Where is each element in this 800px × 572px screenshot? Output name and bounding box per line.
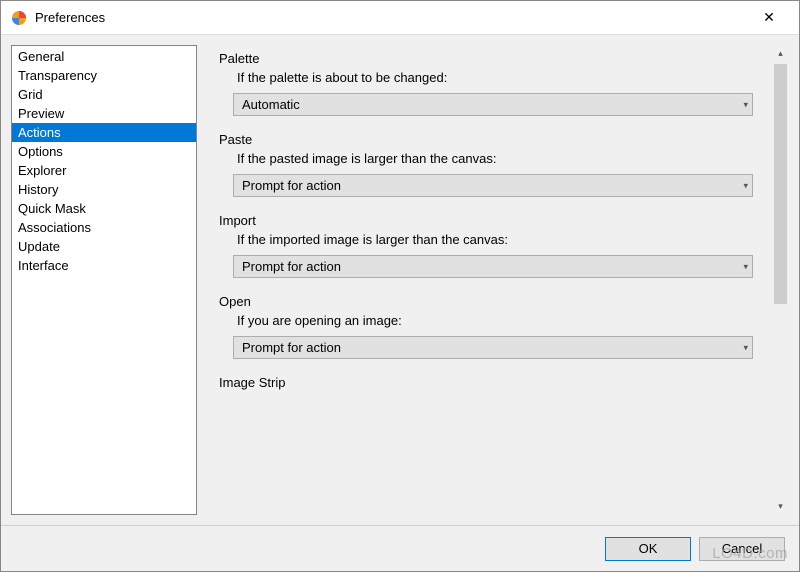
group-title: Open	[219, 292, 764, 311]
content-wrap: Palette If the palette is about to be ch…	[207, 45, 789, 515]
group-palette: Palette If the palette is about to be ch…	[219, 49, 764, 116]
open-dropdown[interactable]: Prompt for action ▾	[233, 336, 753, 359]
sidebar-item-grid[interactable]: Grid	[12, 85, 196, 104]
ok-button[interactable]: OK	[605, 537, 691, 561]
preferences-window: Preferences ✕ General Transparency Grid …	[0, 0, 800, 572]
settings-panel: Palette If the palette is about to be ch…	[207, 45, 772, 515]
sidebar-item-label: Update	[18, 239, 60, 254]
group-desc: If the imported image is larger than the…	[219, 230, 764, 255]
sidebar-item-label: Options	[18, 144, 63, 159]
group-desc: If you are opening an image:	[219, 311, 764, 336]
sidebar-item-actions[interactable]: Actions	[12, 123, 196, 142]
sidebar-item-update[interactable]: Update	[12, 237, 196, 256]
scroll-track[interactable]	[772, 62, 789, 498]
sidebar-item-preview[interactable]: Preview	[12, 104, 196, 123]
sidebar-item-label: Preview	[18, 106, 64, 121]
sidebar-item-label: Associations	[18, 220, 91, 235]
sidebar-item-label: Quick Mask	[18, 201, 86, 216]
dialog-body: General Transparency Grid Preview Action…	[1, 35, 799, 525]
chevron-down-icon: ▾	[743, 342, 748, 353]
dropdown-value: Prompt for action	[242, 259, 744, 274]
paste-dropdown[interactable]: Prompt for action ▾	[233, 174, 753, 197]
scroll-thumb[interactable]	[774, 64, 787, 304]
sidebar-item-label: Actions	[18, 125, 61, 140]
sidebar-item-label: History	[18, 182, 58, 197]
titlebar: Preferences ✕	[1, 1, 799, 35]
vertical-scrollbar[interactable]: ▴ ▾	[772, 45, 789, 515]
chevron-down-icon: ▾	[743, 180, 748, 191]
sidebar-item-interface[interactable]: Interface	[12, 256, 196, 275]
sidebar-item-quick-mask[interactable]: Quick Mask	[12, 199, 196, 218]
palette-dropdown[interactable]: Automatic ▾	[233, 93, 753, 116]
sidebar-item-general[interactable]: General	[12, 47, 196, 66]
cancel-button[interactable]: Cancel	[699, 537, 785, 561]
sidebar-item-label: Explorer	[18, 163, 66, 178]
sidebar-item-label: Interface	[18, 258, 69, 273]
dropdown-value: Automatic	[242, 97, 744, 112]
group-title: Paste	[219, 130, 764, 149]
dialog-footer: OK Cancel	[1, 525, 799, 571]
sidebar-item-transparency[interactable]: Transparency	[12, 66, 196, 85]
scroll-up-icon[interactable]: ▴	[772, 45, 789, 62]
group-title: Import	[219, 211, 764, 230]
group-open: Open If you are opening an image: Prompt…	[219, 292, 764, 359]
close-button[interactable]: ✕	[749, 9, 789, 26]
sidebar-item-label: General	[18, 49, 64, 64]
close-icon: ✕	[763, 9, 775, 25]
import-dropdown[interactable]: Prompt for action ▾	[233, 255, 753, 278]
group-desc: If the pasted image is larger than the c…	[219, 149, 764, 174]
app-icon	[11, 10, 27, 26]
group-title: Palette	[219, 49, 764, 68]
category-list[interactable]: General Transparency Grid Preview Action…	[11, 45, 197, 515]
sidebar-item-history[interactable]: History	[12, 180, 196, 199]
sidebar-item-options[interactable]: Options	[12, 142, 196, 161]
sidebar-item-label: Grid	[18, 87, 43, 102]
group-image-strip: Image Strip	[219, 373, 764, 392]
sidebar-item-associations[interactable]: Associations	[12, 218, 196, 237]
chevron-down-icon: ▾	[743, 261, 748, 272]
sidebar-item-explorer[interactable]: Explorer	[12, 161, 196, 180]
window-title: Preferences	[35, 10, 749, 25]
dropdown-value: Prompt for action	[242, 340, 744, 355]
group-desc: If the palette is about to be changed:	[219, 68, 764, 93]
sidebar-item-label: Transparency	[18, 68, 97, 83]
group-title: Image Strip	[219, 373, 764, 392]
chevron-down-icon: ▾	[743, 99, 748, 110]
group-import: Import If the imported image is larger t…	[219, 211, 764, 278]
scroll-down-icon[interactable]: ▾	[772, 498, 789, 515]
dropdown-value: Prompt for action	[242, 178, 744, 193]
group-paste: Paste If the pasted image is larger than…	[219, 130, 764, 197]
